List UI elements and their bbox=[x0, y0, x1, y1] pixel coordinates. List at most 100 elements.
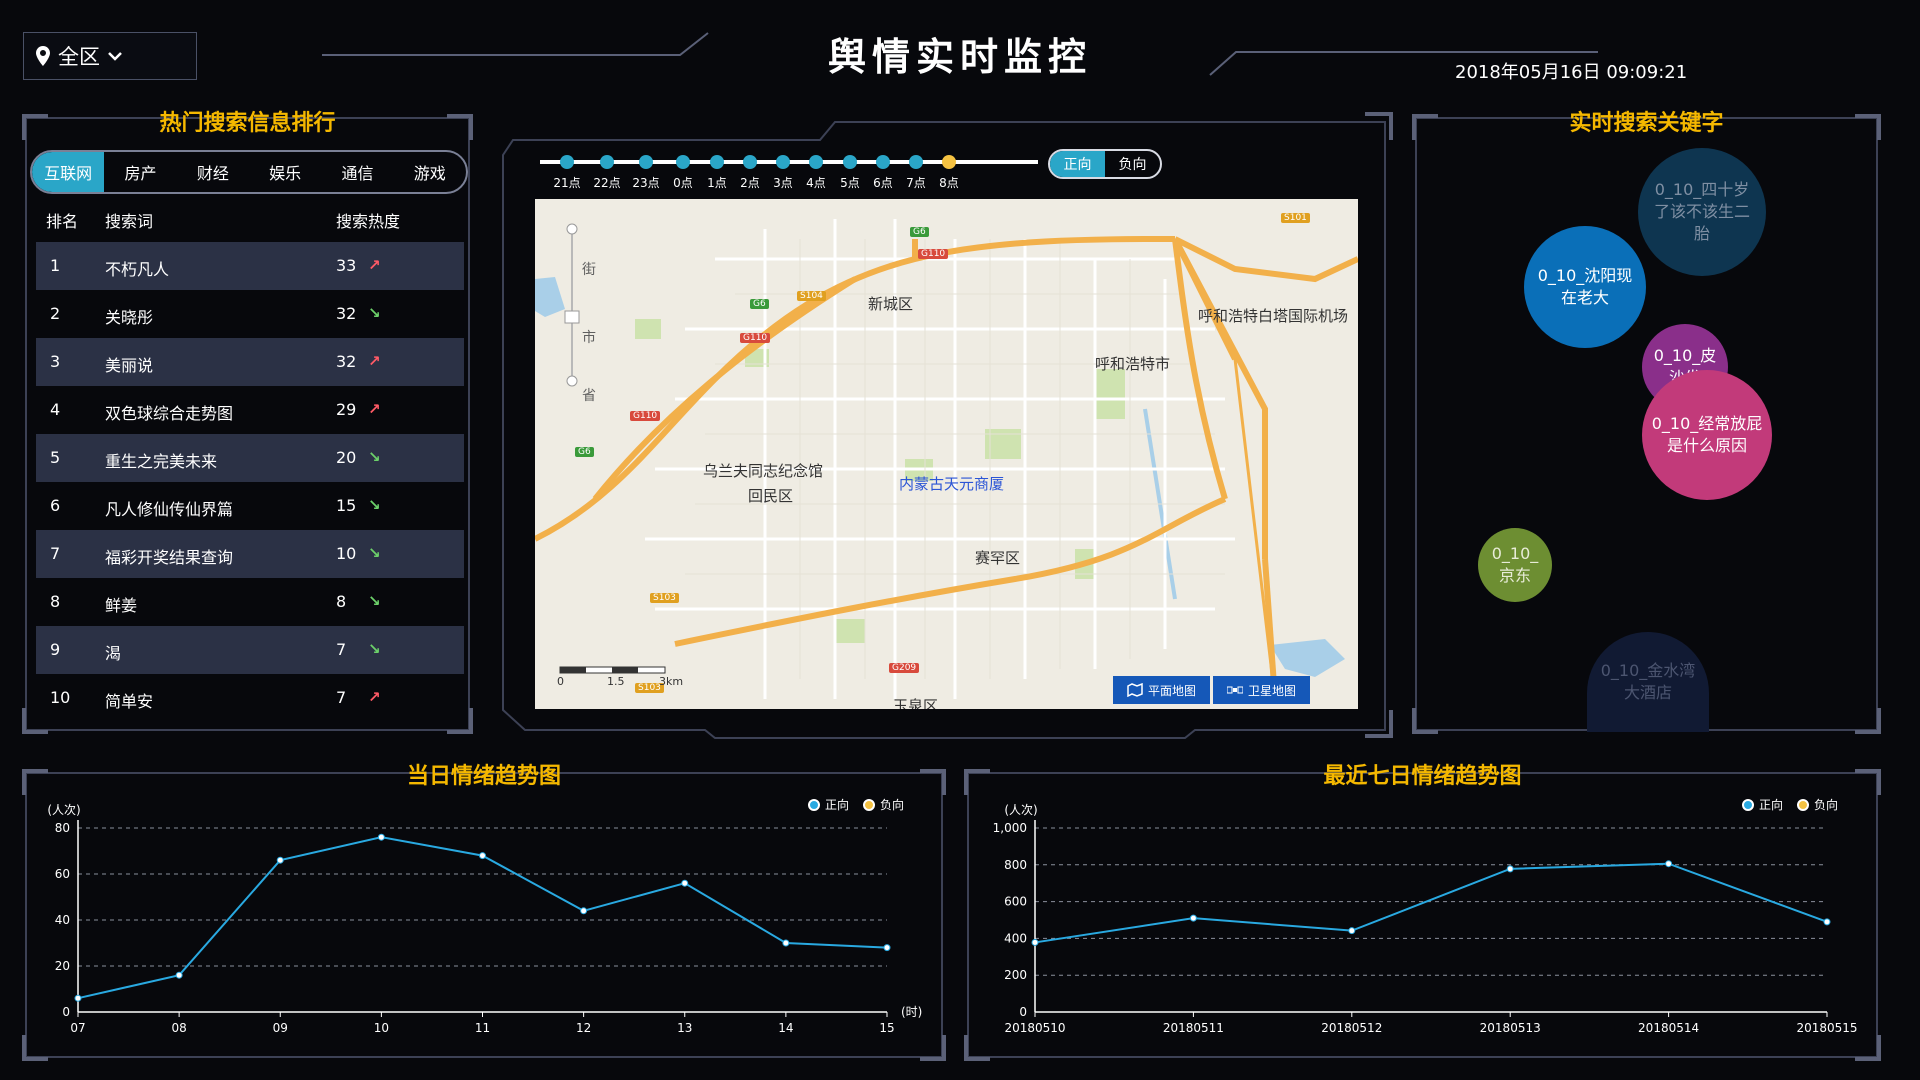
x-tick-label: 20180515 bbox=[1796, 1021, 1857, 1035]
search-term: 福彩开奖结果查询 bbox=[105, 548, 234, 567]
time-slider-dot[interactable] bbox=[876, 155, 890, 169]
ranking-row[interactable]: 7 福彩开奖结果查询 10 ↘ bbox=[36, 530, 464, 578]
keyword-bubble[interactable]: 0_10_经常放屁是什么原因 bbox=[1642, 370, 1772, 500]
time-slider-label: 23点 bbox=[632, 176, 660, 190]
ranking-row[interactable]: 1 不朽凡人 33 ↗ bbox=[36, 242, 464, 290]
map-label-memorial: 乌兰夫同志纪念馆 bbox=[703, 462, 824, 480]
trend-up-icon: ↗ bbox=[368, 352, 381, 370]
tab-games[interactable]: 游戏 bbox=[394, 152, 466, 192]
road-badge: G209 bbox=[889, 663, 920, 673]
ranking-row[interactable]: 6 凡人修仙传仙界篇 15 ↘ bbox=[36, 482, 464, 530]
data-point bbox=[377, 833, 385, 841]
keyword-text: 0_10_京东 bbox=[1491, 544, 1539, 585]
x-tick-label: 07 bbox=[70, 1021, 85, 1035]
scale-tick: 0 bbox=[557, 675, 564, 688]
x-tick-label: 11 bbox=[475, 1021, 490, 1035]
time-slider-dot[interactable] bbox=[676, 155, 690, 169]
ranking-title: 热门搜索信息排行 bbox=[159, 111, 336, 136]
search-heat: 20 bbox=[336, 448, 357, 467]
search-term: 美丽说 bbox=[105, 356, 154, 375]
plain-map-button[interactable]: 平面地图 bbox=[1113, 676, 1211, 704]
time-slider-dot[interactable] bbox=[710, 155, 724, 169]
time-slider[interactable]: 21点 22点 23点 0点 1点 2点 3点 4点 5点 6点 7点 8点 bbox=[540, 150, 1040, 190]
time-slider-dot[interactable] bbox=[776, 155, 790, 169]
zoom-city-label: 市 bbox=[582, 330, 596, 346]
today-chart-title: 当日情绪趋势图 bbox=[406, 764, 561, 789]
ranking-row[interactable]: 9 渴 7 ↘ bbox=[36, 626, 464, 674]
city-map[interactable]: 街 市 省 新城区 呼和浩特市 呼和浩特白塔国际机场 回民区 赛罕区 玉泉区 乌… bbox=[535, 199, 1358, 709]
y-axis-label: (人次) bbox=[47, 803, 80, 817]
y-tick-label: 40 bbox=[55, 913, 70, 927]
search-heat: 8 bbox=[336, 592, 347, 611]
map-icon bbox=[1127, 683, 1143, 697]
search-term: 关晓彤 bbox=[105, 308, 154, 327]
road-badge: S104 bbox=[797, 291, 826, 301]
map-label-huiminqu: 回民区 bbox=[748, 487, 794, 505]
rank-number: 6 bbox=[50, 496, 61, 515]
rank-number: 7 bbox=[50, 544, 61, 563]
tab-entertainment[interactable]: 娱乐 bbox=[249, 152, 321, 192]
x-tick-label: 12 bbox=[576, 1021, 591, 1035]
series-line bbox=[1034, 862, 1828, 944]
negative-button[interactable]: 负向 bbox=[1105, 151, 1160, 177]
data-point bbox=[1189, 914, 1197, 922]
rank-number: 3 bbox=[50, 352, 61, 371]
time-slider-dot[interactable] bbox=[560, 155, 574, 169]
x-tick-label: 20180513 bbox=[1480, 1021, 1541, 1035]
series-line bbox=[77, 836, 888, 1000]
y-tick-label: 0 bbox=[1019, 1005, 1027, 1019]
y-tick-label: 600 bbox=[1004, 895, 1027, 909]
x-tick-label: 13 bbox=[677, 1021, 692, 1035]
ranking-row[interactable]: 8 鲜姜 8 ↘ bbox=[36, 578, 464, 626]
trend-down-icon: ↘ bbox=[368, 304, 381, 322]
tab-finance[interactable]: 财经 bbox=[177, 152, 249, 192]
keywords-title: 实时搜索关键字 bbox=[1569, 111, 1724, 136]
map-mode-switch: 平面地图 卫星地图 bbox=[1113, 676, 1311, 704]
road-badge: G110 bbox=[740, 333, 771, 343]
time-slider-label: 21点 bbox=[553, 176, 581, 190]
data-point bbox=[1665, 860, 1673, 868]
scale-tick: 1.5 bbox=[607, 675, 625, 688]
map-label-huhehaote: 呼和浩特市 bbox=[1095, 355, 1171, 373]
zoom-province-label: 省 bbox=[582, 388, 596, 404]
time-slider-label: 8点 bbox=[939, 176, 959, 190]
rank-number: 2 bbox=[50, 304, 61, 323]
time-slider-dot[interactable] bbox=[600, 155, 614, 169]
tab-real-estate[interactable]: 房产 bbox=[104, 152, 176, 192]
ranking-row[interactable]: 3 美丽说 32 ↗ bbox=[36, 338, 464, 386]
ranking-list: 1 不朽凡人 33 ↗ 2 关晓彤 32 ↘ 3 美丽说 32 ↗ 4 双色球综合走势图 29 ↗ 5 重生之完美… bbox=[36, 242, 464, 722]
tab-telecom[interactable]: 通信 bbox=[321, 152, 393, 192]
time-slider-dot[interactable] bbox=[639, 155, 653, 169]
search-term: 重生之完美未来 bbox=[105, 452, 218, 471]
road-badge: G6 bbox=[910, 227, 929, 237]
ranking-row[interactable]: 2 关晓彤 32 ↘ bbox=[36, 290, 464, 338]
map-label-yuquanqu: 玉泉区 bbox=[893, 697, 939, 709]
ranking-row[interactable]: 5 重生之完美未来 20 ↘ bbox=[36, 434, 464, 482]
time-slider-dot[interactable] bbox=[909, 155, 923, 169]
keyword-text: 0_10_经常放屁是什么原因 bbox=[1651, 414, 1763, 455]
x-tick-label: 09 bbox=[273, 1021, 288, 1035]
time-slider-dot[interactable] bbox=[743, 155, 757, 169]
satellite-map-button[interactable]: 卫星地图 bbox=[1213, 676, 1311, 704]
trend-down-icon: ↘ bbox=[368, 544, 381, 562]
data-point bbox=[1348, 927, 1356, 935]
time-slider-dot[interactable] bbox=[942, 155, 956, 169]
tab-internet[interactable]: 互联网 bbox=[32, 152, 105, 192]
x-tick-label: 20180512 bbox=[1321, 1021, 1382, 1035]
keyword-bubble[interactable]: 0_10_四十岁了该不该生二胎 bbox=[1638, 148, 1766, 276]
keyword-bubble[interactable]: 0_10_沈阳现在老大 bbox=[1524, 226, 1646, 348]
polarity-toggle: 正向 负向 bbox=[1048, 149, 1162, 179]
ranking-row[interactable]: 10 简单安 7 ↗ bbox=[36, 674, 464, 722]
x-tick-label: 20180514 bbox=[1638, 1021, 1699, 1035]
data-point bbox=[580, 907, 588, 915]
rank-number: 5 bbox=[50, 448, 61, 467]
search-term: 凡人修仙传仙界篇 bbox=[105, 500, 234, 519]
time-slider-dot[interactable] bbox=[843, 155, 857, 169]
ranking-row[interactable]: 4 双色球综合走势图 29 ↗ bbox=[36, 386, 464, 434]
time-slider-dot[interactable] bbox=[809, 155, 823, 169]
keyword-bubble[interactable]: 0_10_京东 bbox=[1478, 528, 1552, 602]
zoom-street-label: 街 bbox=[582, 262, 596, 278]
today-line-chart: 0 20 40 60 80 07 08 09 10 11 12 13 14 15 (人次) (时) bbox=[47, 803, 922, 1035]
positive-button[interactable]: 正向 bbox=[1050, 151, 1105, 177]
y-axis-label: (人次) bbox=[1004, 803, 1037, 817]
